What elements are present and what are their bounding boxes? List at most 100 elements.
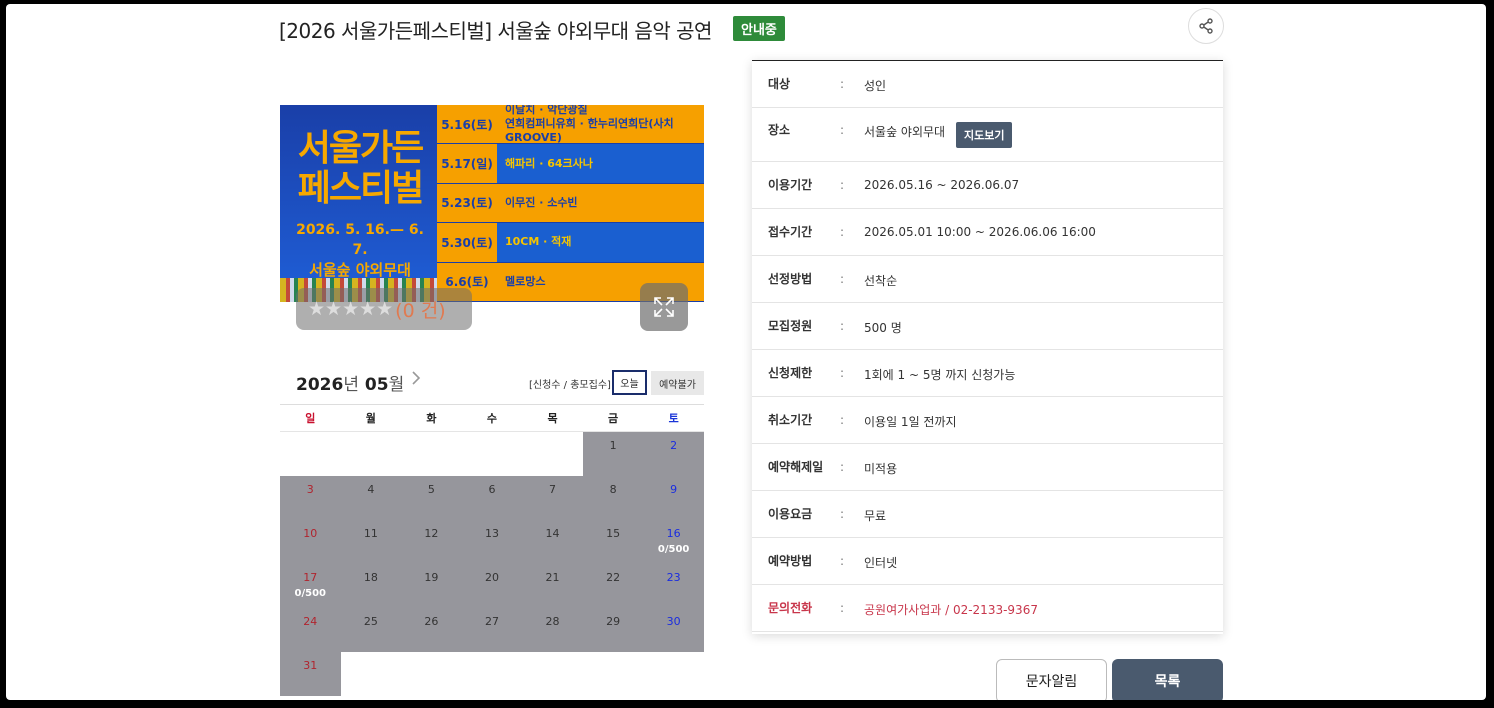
poster-schedule-date: 5.30(토) bbox=[437, 223, 497, 262]
calendar-month-unit: 월 bbox=[388, 375, 405, 395]
calendar-day-number: 29 bbox=[606, 615, 621, 628]
info-row: 장소: 서울숲 야외무대 지도보기 bbox=[752, 108, 1223, 162]
calendar-week-row: 17 0/500 18 19 20 21 22 23 bbox=[280, 564, 704, 608]
calendar-day[interactable]: 7 bbox=[522, 476, 583, 520]
poster-schedule-date: 5.17(일) bbox=[437, 144, 497, 183]
calendar-month-title: 2026년 05월 bbox=[296, 370, 404, 395]
calendar-day[interactable]: 9 bbox=[643, 476, 704, 520]
calendar-day[interactable]: 18 bbox=[340, 564, 402, 608]
info-label: 예약방법 bbox=[768, 554, 813, 568]
calendar-day[interactable]: 3 bbox=[280, 476, 341, 520]
info-label: 대상 bbox=[768, 77, 791, 91]
calendar-day[interactable]: 31 bbox=[280, 652, 341, 696]
poster-venue: 서울숲 야외무대 bbox=[309, 261, 411, 279]
calendar-empty-cell bbox=[401, 652, 462, 696]
calendar-day[interactable]: 11 bbox=[340, 520, 402, 564]
sms-alert-button[interactable]: 문자알림 bbox=[996, 659, 1107, 700]
info-value: 인터넷 bbox=[864, 556, 898, 570]
calendar-day-number: 31 bbox=[303, 659, 318, 672]
info-value: 2026.05.16 ~ 2026.06.07 bbox=[864, 178, 1020, 192]
info-value: 성인 bbox=[864, 79, 887, 93]
calendar-empty-cell bbox=[462, 652, 523, 696]
calendar-day-number: 23 bbox=[666, 571, 681, 584]
calendar-day-number: 28 bbox=[545, 615, 560, 628]
poster-title-line2: 페스티벌 bbox=[297, 168, 424, 209]
calendar-day[interactable]: 20 bbox=[461, 564, 523, 608]
calendar-day[interactable]: 16 0/500 bbox=[643, 520, 704, 564]
calendar-day[interactable]: 2 bbox=[643, 432, 704, 476]
calendar-day-number: 3 bbox=[306, 483, 314, 496]
calendar-day[interactable]: 22 bbox=[582, 564, 644, 608]
next-month-button[interactable] bbox=[411, 370, 421, 391]
calendar-empty-cell bbox=[643, 652, 704, 696]
calendar-day[interactable]: 19 bbox=[401, 564, 462, 608]
calendar-day[interactable]: 23 bbox=[643, 564, 704, 608]
calendar-day[interactable]: 5 bbox=[401, 476, 462, 520]
calendar-weekday-row: 일월화수목금토 bbox=[280, 405, 704, 432]
info-row: 대상: 성인 bbox=[752, 61, 1223, 108]
expand-icon bbox=[654, 297, 674, 317]
calendar-day[interactable]: 13 bbox=[461, 520, 523, 564]
calendar-day[interactable]: 10 bbox=[280, 520, 341, 564]
info-row: 이용기간: 2026.05.16 ~ 2026.06.07 bbox=[752, 162, 1223, 209]
calendar-day[interactable]: 12 bbox=[401, 520, 462, 564]
info-label: 이용요금 bbox=[768, 507, 813, 521]
calendar-day[interactable]: 6 bbox=[461, 476, 523, 520]
info-colon: : bbox=[840, 77, 845, 91]
info-label: 취소기간 bbox=[768, 413, 813, 427]
calendar-day-number: 10 bbox=[303, 527, 318, 540]
calendar-day[interactable]: 28 bbox=[522, 608, 583, 652]
calendar-empty-cell bbox=[341, 432, 402, 476]
info-colon: : bbox=[840, 319, 845, 333]
zoom-button[interactable] bbox=[640, 283, 688, 331]
today-button[interactable]: 오늘 bbox=[612, 370, 647, 395]
calendar-day[interactable]: 24 bbox=[280, 608, 341, 652]
calendar-day[interactable]: 29 bbox=[582, 608, 644, 652]
calendar-weekday: 화 bbox=[401, 405, 462, 432]
calendar-day-number: 24 bbox=[303, 615, 318, 628]
status-badge: 안내중 bbox=[733, 16, 785, 41]
calendar-day[interactable]: 21 bbox=[522, 564, 583, 608]
calendar-day[interactable]: 8 bbox=[582, 476, 644, 520]
info-value: 1회에 1 ~ 5명 까지 신청가능 bbox=[864, 368, 1016, 382]
calendar-empty-cell bbox=[341, 652, 402, 696]
share-button[interactable] bbox=[1188, 8, 1224, 44]
poster-schedule-acts: 이날치 · 악단광칠 연희컴퍼니유희 · 한누리연희단(사치GROOVE) bbox=[497, 105, 704, 144]
info-value: 선착순 bbox=[864, 274, 898, 288]
poster-schedule-row: 5.16(토) 이날치 · 악단광칠 연희컴퍼니유희 · 한누리연희단(사치GRO… bbox=[437, 105, 704, 145]
calendar-day[interactable]: 30 bbox=[643, 608, 704, 652]
poster-schedule-row: 5.30(토) 10CM · 적재 bbox=[437, 223, 704, 263]
info-value: 서울숲 야외무대 bbox=[864, 125, 946, 139]
info-value: 공원여가사업과 / 02-2133-9367 bbox=[864, 603, 1038, 617]
list-button[interactable]: 목록 bbox=[1112, 659, 1223, 700]
calendar-day[interactable]: 17 0/500 bbox=[280, 564, 341, 608]
info-colon: : bbox=[840, 554, 845, 568]
calendar-grid: 일월화수목금토 1 2 3 4 5 6 7 8 9 10 11 12 13 14 15 16 0/500 17 0/… bbox=[280, 404, 704, 696]
calendar-empty-cell bbox=[462, 432, 523, 476]
calendar-week-row: 10 11 12 13 14 15 16 0/500 bbox=[280, 520, 704, 564]
info-colon: : bbox=[840, 413, 845, 427]
calendar-day-number: 4 bbox=[367, 483, 375, 496]
calendar-empty-cell bbox=[401, 432, 462, 476]
info-row: 예약방법: 인터넷 bbox=[752, 538, 1223, 585]
calendar-day-number: 27 bbox=[484, 615, 499, 628]
poster-title-line1: 서울가든 bbox=[297, 128, 424, 169]
rating-count: (0 건) bbox=[395, 299, 446, 322]
info-row: 신청제한: 1회에 1 ~ 5명 까지 신청가능 bbox=[752, 350, 1223, 397]
info-label: 문의전화 bbox=[768, 601, 813, 615]
map-view-button[interactable]: 지도보기 bbox=[956, 122, 1013, 148]
info-colon: : bbox=[840, 366, 845, 380]
calendar-day[interactable]: 14 bbox=[522, 520, 583, 564]
calendar-weekday: 토 bbox=[643, 405, 704, 432]
calendar-week-row: 3 4 5 6 7 8 9 bbox=[280, 476, 704, 520]
calendar-day[interactable]: 15 bbox=[582, 520, 644, 564]
calendar-legend: [신청수 / 총모집수] bbox=[529, 380, 611, 391]
info-value: 이용일 1일 전까지 bbox=[864, 415, 957, 429]
calendar-day[interactable]: 1 bbox=[582, 432, 644, 476]
info-label: 이용기간 bbox=[768, 178, 813, 192]
calendar-day[interactable]: 25 bbox=[340, 608, 402, 652]
calendar-day[interactable]: 4 bbox=[340, 476, 402, 520]
calendar-day[interactable]: 27 bbox=[461, 608, 523, 652]
info-row: 취소기간: 이용일 1일 전까지 bbox=[752, 397, 1223, 444]
calendar-day[interactable]: 26 bbox=[401, 608, 462, 652]
